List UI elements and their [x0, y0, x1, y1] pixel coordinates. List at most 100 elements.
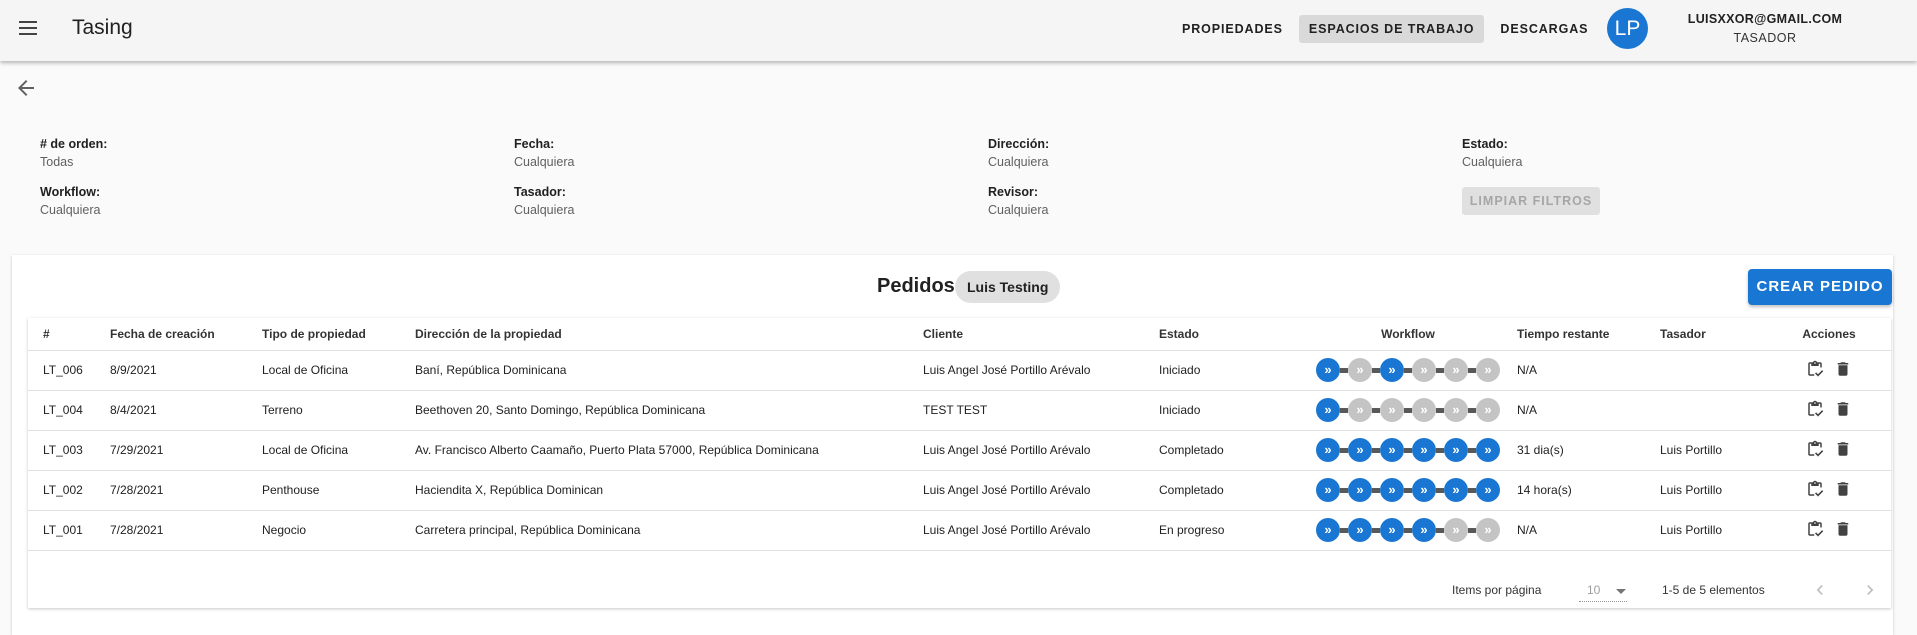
cell-actions — [1767, 510, 1891, 551]
delete-icon[interactable] — [1834, 480, 1852, 498]
assignment-icon[interactable] — [1806, 480, 1824, 498]
col-remaining[interactable]: Tiempo restante — [1517, 318, 1660, 351]
workflow-step-icon[interactable]: » — [1316, 518, 1340, 542]
paginator: Items por página 10 1-5 de 5 elementos — [28, 572, 1891, 608]
workflow-step-icon[interactable]: » — [1348, 518, 1372, 542]
workflow-step-icon[interactable]: » — [1412, 398, 1436, 422]
nav-espacios-de-trabajo[interactable]: ESPACIOS DE TRABAJO — [1298, 15, 1485, 43]
cell-appraiser: Luis Portillo — [1660, 430, 1767, 471]
workflow-step-icon[interactable]: » — [1444, 438, 1468, 462]
workflow-step-icon[interactable]: » — [1412, 438, 1436, 462]
cell-type: Penthouse — [262, 470, 415, 511]
workflow-step-icon[interactable]: » — [1444, 358, 1468, 382]
delete-icon[interactable] — [1834, 360, 1852, 378]
next-page-icon[interactable] — [1860, 580, 1880, 600]
previous-page-icon[interactable] — [1810, 580, 1830, 600]
workflow-step-icon[interactable]: » — [1476, 518, 1500, 542]
menu-icon[interactable] — [16, 16, 40, 40]
filter-appraiser-label: Tasador: — [514, 185, 566, 199]
col-client[interactable]: Cliente — [923, 318, 1159, 351]
assignment-icon[interactable] — [1806, 400, 1824, 418]
nav-descargas[interactable]: DESCARGAS — [1490, 15, 1598, 43]
workflow-connector — [1404, 367, 1412, 373]
table-row[interactable]: LT_001 7/28/2021 Negocio Carretera princ… — [28, 510, 1891, 551]
cell-address: Haciendita X, República Dominican — [415, 470, 923, 511]
filter-workflow-value: Cualquiera — [40, 203, 101, 217]
workflow-step-icon[interactable]: » — [1348, 358, 1372, 382]
filter-workflow[interactable]: Workflow: Cualquiera — [40, 185, 100, 217]
col-created[interactable]: Fecha de creación — [110, 318, 262, 351]
table-row[interactable]: LT_006 8/9/2021 Local de Oficina Baní, R… — [28, 350, 1891, 391]
workflow-step-icon[interactable]: » — [1316, 478, 1340, 502]
workflow-step-icon[interactable]: » — [1348, 398, 1372, 422]
cell-remaining: 14 hora(s) — [1517, 470, 1660, 511]
filter-date[interactable]: Fecha: Cualquiera — [514, 137, 574, 169]
clear-filters-button[interactable]: LIMPIAR FILTROS — [1462, 187, 1600, 215]
cell-client: Luis Angel José Portillo Arévalo — [923, 430, 1159, 471]
workflow-step-icon[interactable]: » — [1380, 358, 1404, 382]
filter-address-label: Dirección: — [988, 137, 1050, 151]
workflow-step-icon[interactable]: » — [1476, 398, 1500, 422]
page-size-select[interactable]: 10 — [1579, 580, 1627, 602]
workflow-step-icon[interactable]: » — [1380, 398, 1404, 422]
col-number[interactable]: # — [28, 318, 110, 351]
workflow-step-icon[interactable]: » — [1476, 478, 1500, 502]
cell-type: Local de Oficina — [262, 430, 415, 471]
delete-icon[interactable] — [1834, 400, 1852, 418]
workflow-step-icon[interactable]: » — [1380, 438, 1404, 462]
workflow-step-icon[interactable]: » — [1476, 438, 1500, 462]
cell-workflow: » » » » » » — [1299, 510, 1517, 551]
cell-created: 8/4/2021 — [110, 390, 262, 431]
workflow-step-icon[interactable]: » — [1380, 518, 1404, 542]
avatar[interactable]: LP — [1607, 8, 1648, 49]
cell-created: 7/28/2021 — [110, 470, 262, 511]
workflow-step-icon[interactable]: » — [1316, 358, 1340, 382]
workflow-step-icon[interactable]: » — [1412, 478, 1436, 502]
workflow-step-icon[interactable]: » — [1316, 398, 1340, 422]
app-title: Tasing — [72, 16, 133, 39]
cell-client: TEST TEST — [923, 390, 1159, 431]
workflow-step-icon[interactable]: » — [1348, 478, 1372, 502]
workflow-step-icon[interactable]: » — [1348, 438, 1372, 462]
workflow-step-icon[interactable]: » — [1316, 438, 1340, 462]
nav-propiedades[interactable]: PROPIEDADES — [1172, 15, 1293, 43]
col-appraiser[interactable]: Tasador — [1660, 318, 1767, 351]
table-row[interactable]: LT_003 7/29/2021 Local de Oficina Av. Fr… — [28, 430, 1891, 471]
col-address[interactable]: Dirección de la propiedad — [415, 318, 923, 351]
filter-reviewer[interactable]: Revisor: Cualquiera — [988, 185, 1048, 217]
cell-number: LT_003 — [28, 430, 110, 471]
cell-appraiser: Luis Portillo — [1660, 470, 1767, 511]
filter-address[interactable]: Dirección: Cualquiera — [988, 137, 1049, 169]
cell-status: Iniciado — [1159, 390, 1299, 431]
workflow-step-icon[interactable]: » — [1444, 518, 1468, 542]
filter-order[interactable]: # de orden: Todas — [40, 137, 107, 169]
filter-status-label: Estado: — [1462, 137, 1508, 151]
assignment-icon[interactable] — [1806, 520, 1824, 538]
workflow-step-icon[interactable]: » — [1380, 478, 1404, 502]
workflow-step-icon[interactable]: » — [1412, 518, 1436, 542]
workflow-step-icon[interactable]: » — [1444, 398, 1468, 422]
filter-order-label: # de orden: — [40, 137, 108, 151]
table-row[interactable]: LT_004 8/4/2021 Terreno Beethoven 20, Sa… — [28, 390, 1891, 431]
table-row[interactable]: LT_002 7/28/2021 Penthouse Haciendita X,… — [28, 470, 1891, 511]
workflow-connector — [1404, 487, 1412, 493]
back-arrow-icon[interactable] — [14, 76, 38, 100]
workflow-connector — [1372, 367, 1380, 373]
col-status[interactable]: Estado — [1159, 318, 1299, 351]
filter-status[interactable]: Estado: Cualquiera — [1462, 137, 1522, 169]
workflow-step-icon[interactable]: » — [1476, 358, 1500, 382]
workflow-step-icon[interactable]: » — [1444, 478, 1468, 502]
workflow-connector — [1468, 487, 1476, 493]
assignment-icon[interactable] — [1806, 360, 1824, 378]
filter-appraiser[interactable]: Tasador: Cualquiera — [514, 185, 574, 217]
top-toolbar: Tasing PROPIEDADES ESPACIOS DE TRABAJO D… — [0, 0, 1917, 61]
workflow-step-icon[interactable]: » — [1412, 358, 1436, 382]
cell-type: Terreno — [262, 390, 415, 431]
cell-remaining: N/A — [1517, 390, 1660, 431]
assignment-icon[interactable] — [1806, 440, 1824, 458]
delete-icon[interactable] — [1834, 520, 1852, 538]
create-order-button[interactable]: CREAR PEDIDO — [1748, 269, 1892, 305]
cell-actions — [1767, 390, 1891, 431]
delete-icon[interactable] — [1834, 440, 1852, 458]
col-type[interactable]: Tipo de propiedad — [262, 318, 415, 351]
